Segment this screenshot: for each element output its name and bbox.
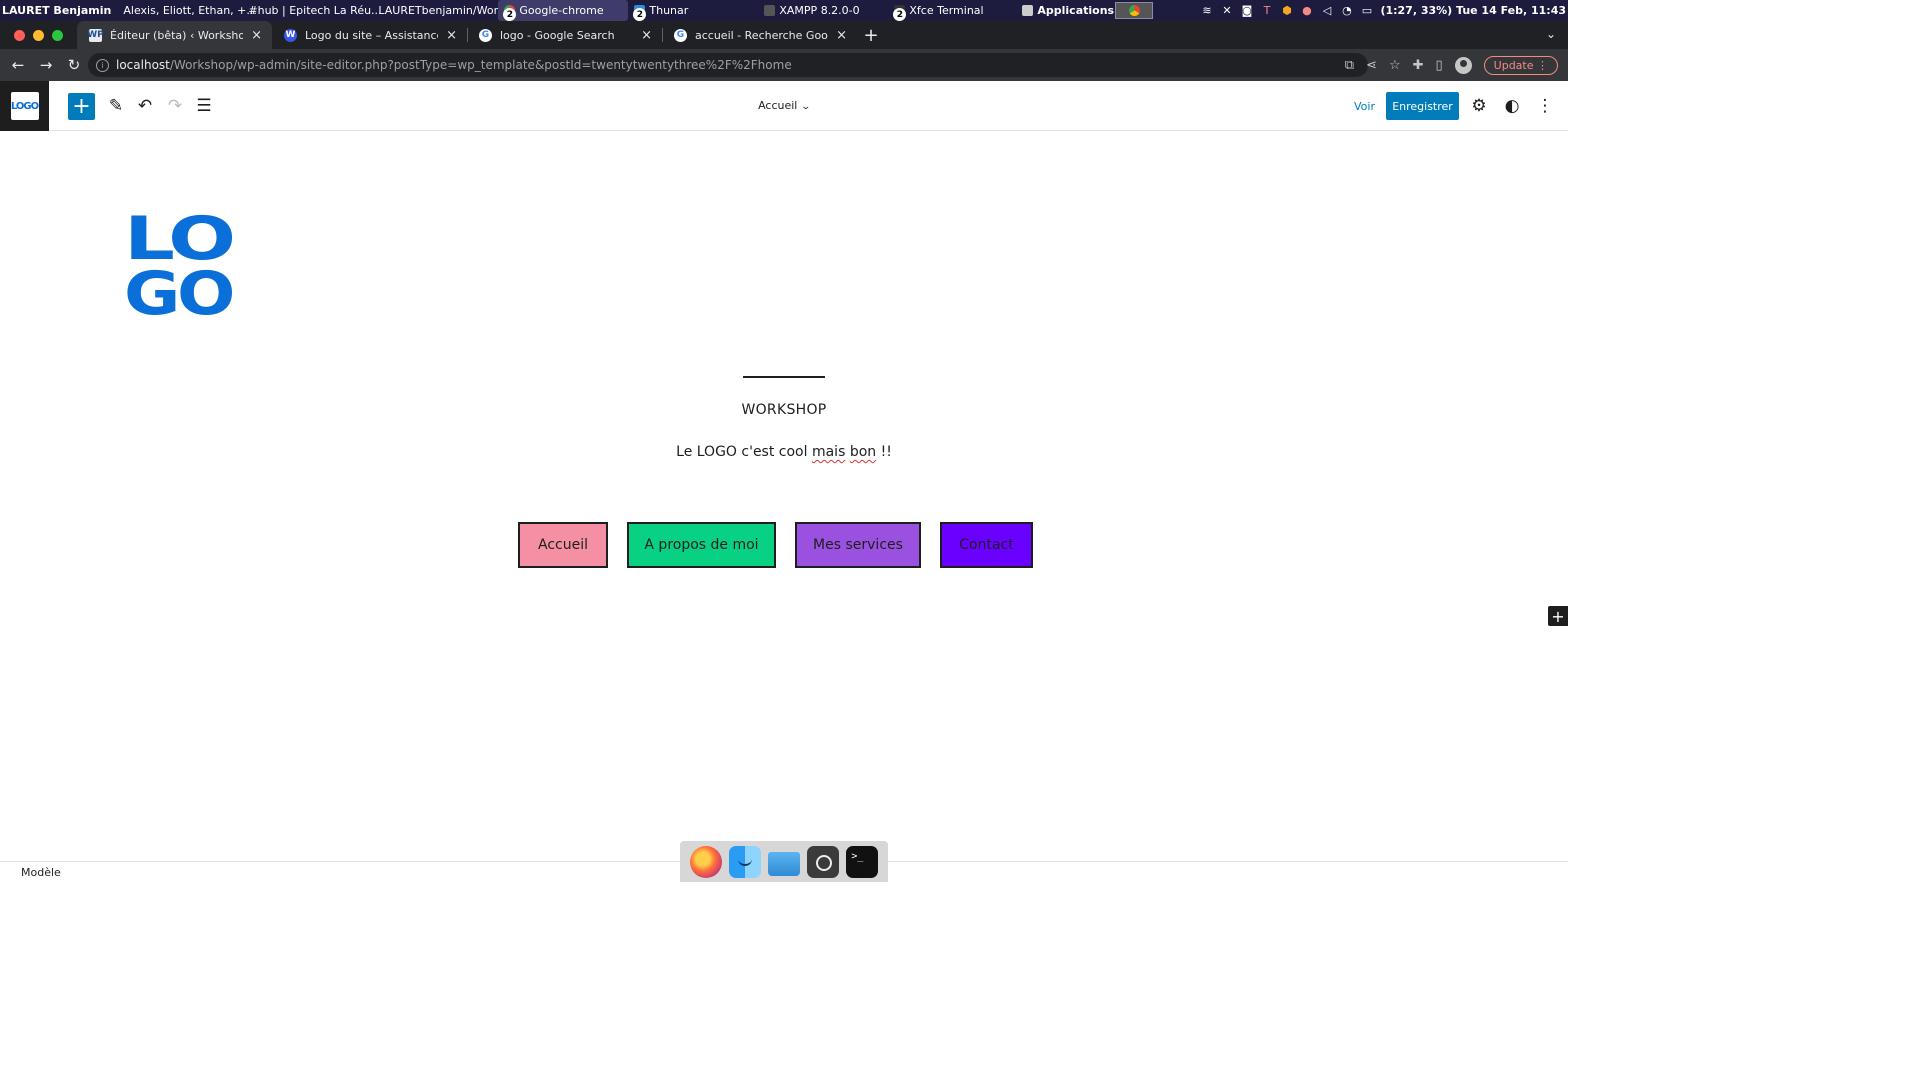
- minimize-window-button[interactable]: [33, 29, 44, 41]
- site-title[interactable]: WORKSHOP: [0, 402, 1568, 418]
- share-icon[interactable]: ⋖: [1366, 58, 1377, 73]
- window-count-badge: 2: [633, 8, 647, 21]
- screenshot-icon[interactable]: [807, 845, 840, 878]
- browser-tab-google-accueil[interactable]: G accueil - Recherche Google ×: [662, 21, 857, 49]
- terminal-icon[interactable]: >_: [846, 845, 879, 878]
- url-path: /Workshop/wp-admin/site-editor.php?postT…: [169, 58, 792, 72]
- close-tab-icon[interactable]: ×: [641, 28, 652, 43]
- window-count-badge: 2: [893, 8, 907, 21]
- back-arrow-icon[interactable]: ←: [5, 52, 31, 78]
- separator-line: [743, 376, 825, 378]
- profile-avatar-icon[interactable]: [1454, 56, 1472, 74]
- tab-search-chevron-icon[interactable]: ⌄: [1546, 27, 1556, 41]
- window-count-badge: 2: [503, 8, 517, 21]
- document-title-dropdown[interactable]: Accueil ⌄: [0, 99, 1568, 112]
- microphone-icon[interactable]: ●: [1300, 4, 1313, 17]
- tab-title: accueil - Recherche Google: [695, 28, 828, 42]
- site-logo[interactable]: LO GO: [123, 209, 233, 317]
- editor-canvas: LO GO WORKSHOP Le LOGO c'est cool mais b…: [0, 132, 1568, 861]
- browser-tab-editor[interactable]: WP Éditeur (bêta) ‹ Workshop_BENJ ×: [77, 21, 272, 49]
- panel-window-thunar[interactable]: 2 Thunar: [628, 0, 758, 21]
- maximize-window-button[interactable]: [52, 29, 63, 41]
- url-host: localhost: [116, 58, 170, 72]
- app-dock: >_: [680, 841, 888, 882]
- view-site-link[interactable]: Voir: [1354, 100, 1375, 113]
- google-favicon-icon: G: [674, 28, 687, 42]
- window-controls: [0, 21, 77, 49]
- battery-icon[interactable]: ▭: [1360, 4, 1373, 17]
- panel-window-discord-dm[interactable]: Alexis, Eliott, Ethan, +...: [113, 0, 257, 21]
- save-button[interactable]: Enregistrer: [1386, 92, 1459, 120]
- panel-window-firefox[interactable]: LAURETbenjamin/Wor...: [368, 0, 507, 21]
- top-panel: LAURET Benjamin Alexis, Eliott, Ethan, +…: [0, 0, 1568, 21]
- chrome-update-button[interactable]: Update ⋮: [1483, 55, 1558, 75]
- close-tab-icon[interactable]: ×: [251, 28, 262, 43]
- volume-icon[interactable]: ◁: [1320, 4, 1333, 17]
- system-tray: ≋ ✕ ◙ T ⬢ ● ◁ ◔ ▭ (1:27, 33%) Tue 14 Feb…: [1115, 0, 1568, 21]
- editor-header: LOGO + ✎ ↶ ↷ ☰ Accueil ⌄ Voir Enregistrer…: [0, 81, 1568, 131]
- toolbar-actions: ⧉ ⋖ ☆ ✚ ▯ Update ⋮: [1345, 53, 1558, 77]
- styles-half-circle-icon[interactable]: ◐: [1500, 93, 1524, 119]
- logo-line-2: GO: [124, 259, 232, 317]
- wordpress-favicon-icon: W: [284, 28, 297, 42]
- teams-tray-icon[interactable]: T: [1260, 4, 1273, 17]
- browser-tab-google-logo[interactable]: G logo - Google Search ×: [467, 21, 662, 49]
- wordpress-admin-favicon-icon: WP: [87, 28, 104, 42]
- nav-button-services[interactable]: Mes services: [795, 522, 921, 568]
- panel-window-discord-hub[interactable]: #hub | Epitech La Réu...: [238, 0, 381, 21]
- xampp-icon: [764, 5, 776, 16]
- tab-title: logo - Google Search: [500, 28, 615, 42]
- site-tagline[interactable]: Le LOGO c'est cool mais bon !!: [0, 444, 1568, 460]
- notification-bell-icon[interactable]: ◔: [1340, 4, 1353, 17]
- finder-icon[interactable]: [728, 845, 761, 878]
- breadcrumb[interactable]: Modèle: [21, 866, 61, 879]
- settings-gear-icon[interactable]: ⚙: [1467, 93, 1491, 119]
- discord-tray-icon[interactable]: ◙: [1240, 4, 1253, 17]
- site-info-icon[interactable]: i: [96, 58, 109, 72]
- bluetooth-off-icon[interactable]: ✕: [1220, 4, 1233, 17]
- firefox-icon[interactable]: [689, 845, 722, 878]
- address-bar[interactable]: i localhost/Workshop/wp-admin/site-edito…: [88, 53, 1368, 77]
- panel-window-chrome[interactable]: 2 Google-chrome: [498, 0, 629, 21]
- applications-icon: [1022, 5, 1034, 16]
- files-icon[interactable]: [767, 851, 800, 876]
- panel-window-terminal[interactable]: 2 Xfce Terminal: [888, 0, 1016, 21]
- options-kebab-icon[interactable]: ⋮: [1533, 93, 1557, 119]
- side-panel-icon[interactable]: ▯: [1436, 58, 1443, 73]
- close-tab-icon[interactable]: ×: [446, 28, 457, 43]
- extensions-puzzle-icon[interactable]: ✚: [1413, 58, 1424, 73]
- bookmark-star-icon[interactable]: ☆: [1389, 58, 1401, 73]
- tab-title: Logo du site – Assistance: [305, 28, 439, 42]
- nav-button-a-propos[interactable]: A propos de moi: [627, 522, 776, 568]
- tab-title: Éditeur (bêta) ‹ Workshop_BENJ: [110, 28, 244, 42]
- panel-user-menu[interactable]: LAURET Benjamin: [0, 4, 113, 17]
- google-favicon-icon: G: [479, 28, 492, 42]
- workspace-switcher[interactable]: [1115, 2, 1154, 19]
- close-tab-icon[interactable]: ×: [836, 28, 847, 43]
- reload-icon[interactable]: ↻: [61, 52, 87, 78]
- add-block-inline-button[interactable]: +: [1548, 606, 1568, 626]
- forward-arrow-icon[interactable]: →: [33, 52, 59, 78]
- browser-tab-assistance[interactable]: W Logo du site – Assistance ×: [272, 21, 467, 49]
- applications-menu[interactable]: Applications: [1016, 0, 1120, 21]
- nav-button-contact[interactable]: Contact: [940, 522, 1033, 568]
- translate-icon[interactable]: ⧉: [1345, 58, 1354, 73]
- close-window-button[interactable]: [14, 29, 25, 41]
- browser-tab-strip: WP Éditeur (bêta) ‹ Workshop_BENJ × W Lo…: [0, 21, 1568, 49]
- panel-clock[interactable]: (1:27, 33%) Tue 14 Feb, 11:43: [1380, 4, 1566, 17]
- nav-button-accueil[interactable]: Accueil: [518, 522, 608, 568]
- wifi-icon[interactable]: ≋: [1200, 4, 1213, 17]
- new-tab-button[interactable]: +: [857, 21, 885, 49]
- browser-toolbar: ← → ↻ i localhost/Workshop/wp-admin/site…: [0, 49, 1568, 81]
- shield-icon[interactable]: ⬢: [1280, 4, 1293, 17]
- chevron-down-icon: ⌄: [800, 102, 812, 112]
- panel-window-xampp[interactable]: XAMPP 8.2.0-0: [758, 0, 888, 21]
